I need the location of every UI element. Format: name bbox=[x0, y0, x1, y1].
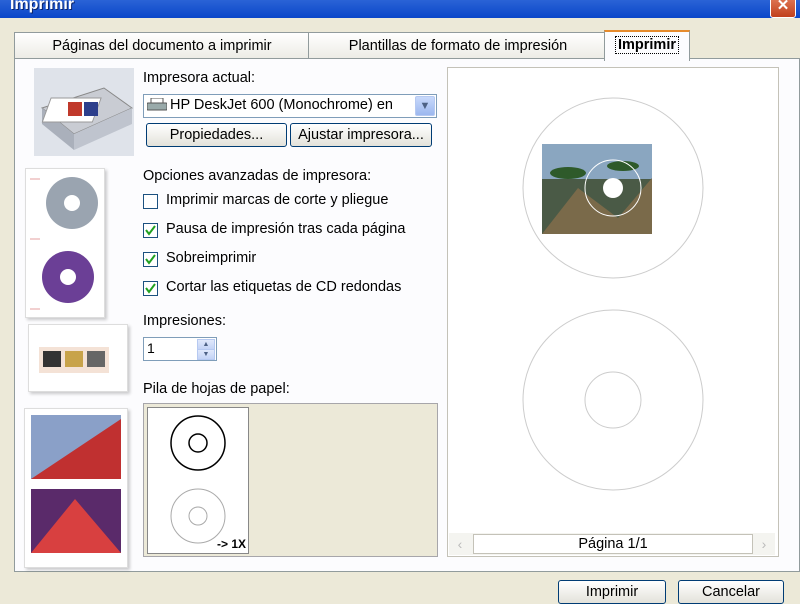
option-label: Sobreimprimir bbox=[166, 250, 257, 266]
tab-label: Plantillas de formato de impresión bbox=[348, 38, 568, 54]
option-label: Pausa de impresión tras cada página bbox=[166, 221, 406, 237]
tab-format-templates[interactable]: Plantillas de formato de impresión bbox=[308, 32, 608, 59]
paper-stack-label: Pila de hojas de papel: bbox=[143, 381, 290, 397]
cd-template-thumbnail bbox=[25, 168, 105, 318]
printer-label: Impresora actual: bbox=[143, 70, 256, 86]
printer-select[interactable]: HP DeskJet 600 (Monochrome) en ▼ bbox=[143, 94, 437, 118]
tab-document-pages[interactable]: Páginas del documento a imprimir bbox=[14, 32, 310, 59]
checkbox-cut-round-labels[interactable] bbox=[143, 281, 158, 296]
chevron-down-icon[interactable]: ▼ bbox=[415, 96, 435, 116]
adjust-printer-button[interactable]: Ajustar impresora... bbox=[290, 123, 432, 147]
cd-artwork bbox=[542, 144, 652, 234]
tab-print[interactable]: Imprimir bbox=[604, 30, 690, 61]
printer-icon bbox=[147, 98, 167, 111]
paper-sheet: -> 1X bbox=[147, 407, 249, 554]
copies-label: Impresiones: bbox=[143, 313, 227, 329]
page-indicator: Página 1/1 bbox=[473, 534, 753, 554]
printer-image bbox=[34, 68, 134, 156]
thumbnail-column bbox=[20, 62, 136, 572]
preview-canvas bbox=[522, 97, 704, 491]
advanced-options-label: Opciones avanzadas de impresora: bbox=[143, 168, 372, 184]
checkbox-crop-marks[interactable] bbox=[143, 194, 158, 209]
option-label: Cortar las etiquetas de CD redondas bbox=[166, 279, 402, 295]
paper-stack-box: -> 1X bbox=[143, 403, 438, 557]
label-thumbnail bbox=[28, 324, 128, 392]
copies-value: 1 bbox=[147, 340, 155, 356]
print-preview bbox=[447, 67, 779, 557]
close-icon: ✕ bbox=[776, 0, 790, 14]
tab-bar: Páginas del documento a imprimir Plantil… bbox=[14, 30, 798, 61]
scroll-right-icon[interactable]: › bbox=[755, 535, 773, 553]
tab-label: Páginas del documento a imprimir bbox=[52, 38, 272, 54]
check-icon bbox=[145, 254, 156, 265]
check-icon bbox=[145, 225, 156, 236]
print-button[interactable]: Imprimir bbox=[558, 580, 666, 604]
close-button[interactable]: ✕ bbox=[770, 0, 796, 18]
printer-value: HP DeskJet 600 (Monochrome) en bbox=[170, 97, 393, 113]
scroll-left-icon[interactable]: ‹ bbox=[451, 535, 469, 553]
window-title: Imprimir bbox=[10, 0, 75, 13]
option-label: Imprimir marcas de corte y pliegue bbox=[166, 192, 389, 208]
properties-button[interactable]: Propiedades... bbox=[146, 123, 287, 147]
checkbox-overprint[interactable] bbox=[143, 252, 158, 267]
title-bar: Imprimir ✕ bbox=[0, 0, 800, 18]
tab-label: Imprimir bbox=[614, 36, 679, 54]
photo-thumbnail bbox=[24, 408, 128, 568]
preview-scrollbar[interactable]: ‹ Página 1/1 › bbox=[449, 533, 775, 555]
copies-stepper[interactable]: 1 ▲ ▼ bbox=[143, 337, 217, 361]
spin-down-icon[interactable]: ▼ bbox=[197, 349, 215, 360]
cancel-button[interactable]: Cancelar bbox=[678, 580, 784, 604]
checkbox-pause-each-page[interactable] bbox=[143, 223, 158, 238]
check-icon bbox=[145, 283, 156, 294]
stack-count: -> 1X bbox=[216, 537, 246, 551]
